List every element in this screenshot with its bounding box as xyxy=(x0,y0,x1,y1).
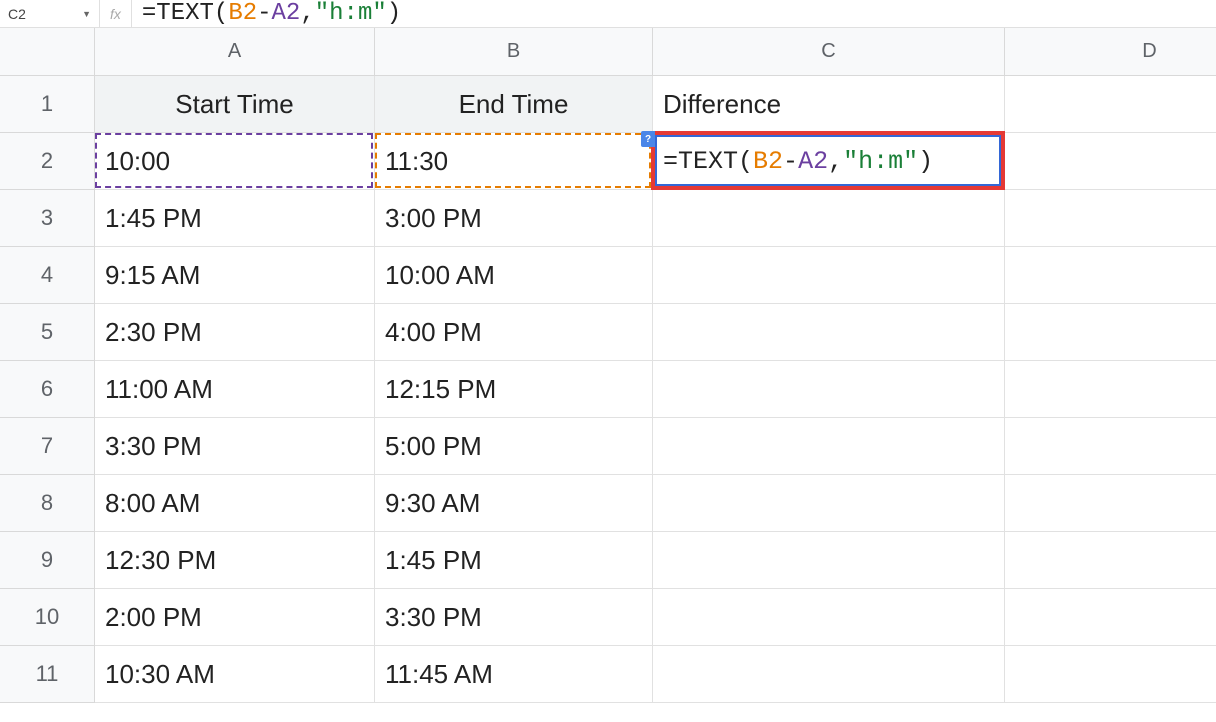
row-header-2[interactable]: 2 xyxy=(0,133,95,190)
table-row: Start Time End Time Difference xyxy=(95,76,1216,133)
formula-ref-a2: A2 xyxy=(272,0,301,27)
name-box[interactable]: C2 ▼ xyxy=(0,0,100,27)
cell-a5[interactable]: 2:30 PM xyxy=(95,304,375,361)
cell-d4[interactable] xyxy=(1005,247,1216,304)
cell-c9[interactable] xyxy=(653,532,1005,589)
formula-bar: C2 ▼ fx =TEXT(B2-A2,"h:m") xyxy=(0,0,1216,28)
cell-b1[interactable]: End Time xyxy=(375,76,653,133)
cell-c1[interactable]: Difference xyxy=(653,76,1005,133)
cell-b9[interactable]: 1:45 PM xyxy=(375,532,653,589)
cell-b6[interactable]: 12:15 PM xyxy=(375,361,653,418)
row-header-1[interactable]: 1 xyxy=(0,76,95,133)
column-headers: A B C D xyxy=(95,28,1216,76)
cell-c6[interactable] xyxy=(653,361,1005,418)
formula-close-paren: ) xyxy=(387,0,401,27)
row-header-11[interactable]: 11 xyxy=(0,646,95,703)
col-header-d[interactable]: D xyxy=(1005,28,1216,76)
col-header-b[interactable]: B xyxy=(375,28,653,76)
row-header-4[interactable]: 4 xyxy=(0,247,95,304)
fx-icon: fx xyxy=(100,0,132,27)
col-header-c[interactable]: C xyxy=(653,28,1005,76)
table-row: 1:45 PM 3:00 PM xyxy=(95,190,1216,247)
cell-b5[interactable]: 4:00 PM xyxy=(375,304,653,361)
cell-a7[interactable]: 3:30 PM xyxy=(95,418,375,475)
cell-b4[interactable]: 10:00 AM xyxy=(375,247,653,304)
cell-d10[interactable] xyxy=(1005,589,1216,646)
cell-c8[interactable] xyxy=(653,475,1005,532)
cell-d9[interactable] xyxy=(1005,532,1216,589)
name-box-value: C2 xyxy=(8,6,26,22)
cell-a10[interactable]: 2:00 PM xyxy=(95,589,375,646)
cell-d11[interactable] xyxy=(1005,646,1216,703)
cell-d3[interactable] xyxy=(1005,190,1216,247)
cell-d1[interactable] xyxy=(1005,76,1216,133)
cell-b3[interactable]: 3:00 PM xyxy=(375,190,653,247)
cell-c3[interactable] xyxy=(653,190,1005,247)
table-row: 8:00 AM 9:30 AM xyxy=(95,475,1216,532)
formula-minus: - xyxy=(257,0,271,27)
table-row: 10:00 11:30 =TEXT(B2-A2,"h:m") xyxy=(95,133,1216,190)
row-header-9[interactable]: 9 xyxy=(0,532,95,589)
cell-a3[interactable]: 1:45 PM xyxy=(95,190,375,247)
table-row: 10:30 AM 11:45 AM xyxy=(95,646,1216,703)
select-all-corner[interactable] xyxy=(0,28,95,76)
row-headers: 1 2 3 4 5 6 7 8 9 10 11 xyxy=(0,76,95,703)
table-row: 2:00 PM 3:30 PM xyxy=(95,589,1216,646)
row-header-5[interactable]: 5 xyxy=(0,304,95,361)
row-header-8[interactable]: 8 xyxy=(0,475,95,532)
cell-d5[interactable] xyxy=(1005,304,1216,361)
cell-a2[interactable]: 10:00 xyxy=(95,133,375,190)
cell-a11[interactable]: 10:30 AM xyxy=(95,646,375,703)
formula-open-paren: ( xyxy=(214,0,228,27)
formula-fn: =TEXT xyxy=(142,0,214,27)
cells-area: Start Time End Time Difference 10:00 11:… xyxy=(95,76,1216,703)
cell-c2[interactable]: =TEXT(B2-A2,"h:m") xyxy=(653,133,1005,190)
cell-d6[interactable] xyxy=(1005,361,1216,418)
row-header-3[interactable]: 3 xyxy=(0,190,95,247)
table-row: 11:00 AM 12:15 PM xyxy=(95,361,1216,418)
cell-c4[interactable] xyxy=(653,247,1005,304)
table-row: 2:30 PM 4:00 PM xyxy=(95,304,1216,361)
cell-c7[interactable] xyxy=(653,418,1005,475)
cell-a9[interactable]: 12:30 PM xyxy=(95,532,375,589)
cell-b11[interactable]: 11:45 AM xyxy=(375,646,653,703)
row-header-7[interactable]: 7 xyxy=(0,418,95,475)
cell-c5[interactable] xyxy=(653,304,1005,361)
cell-a1[interactable]: Start Time xyxy=(95,76,375,133)
cell-d7[interactable] xyxy=(1005,418,1216,475)
cell-c11[interactable] xyxy=(653,646,1005,703)
formula-string: "h:m" xyxy=(315,0,387,27)
cell-a4[interactable]: 9:15 AM xyxy=(95,247,375,304)
dropdown-icon[interactable]: ▼ xyxy=(82,9,91,19)
formula-ref-b2: B2 xyxy=(228,0,257,27)
cell-a6[interactable]: 11:00 AM xyxy=(95,361,375,418)
cell-c2-formula: =TEXT(B2-A2,"h:m") xyxy=(663,147,933,176)
table-row: 3:30 PM 5:00 PM xyxy=(95,418,1216,475)
cell-a8[interactable]: 8:00 AM xyxy=(95,475,375,532)
row-header-6[interactable]: 6 xyxy=(0,361,95,418)
col-header-a[interactable]: A xyxy=(95,28,375,76)
cell-b8[interactable]: 9:30 AM xyxy=(375,475,653,532)
cell-b7[interactable]: 5:00 PM xyxy=(375,418,653,475)
row-header-10[interactable]: 10 xyxy=(0,589,95,646)
formula-comma: , xyxy=(300,0,314,27)
cell-d8[interactable] xyxy=(1005,475,1216,532)
cell-b2[interactable]: 11:30 xyxy=(375,133,653,190)
cell-d2[interactable] xyxy=(1005,133,1216,190)
table-row: 12:30 PM 1:45 PM xyxy=(95,532,1216,589)
formula-input[interactable]: =TEXT(B2-A2,"h:m") xyxy=(132,0,1216,27)
table-row: 9:15 AM 10:00 AM xyxy=(95,247,1216,304)
cell-b10[interactable]: 3:30 PM xyxy=(375,589,653,646)
cell-c10[interactable] xyxy=(653,589,1005,646)
